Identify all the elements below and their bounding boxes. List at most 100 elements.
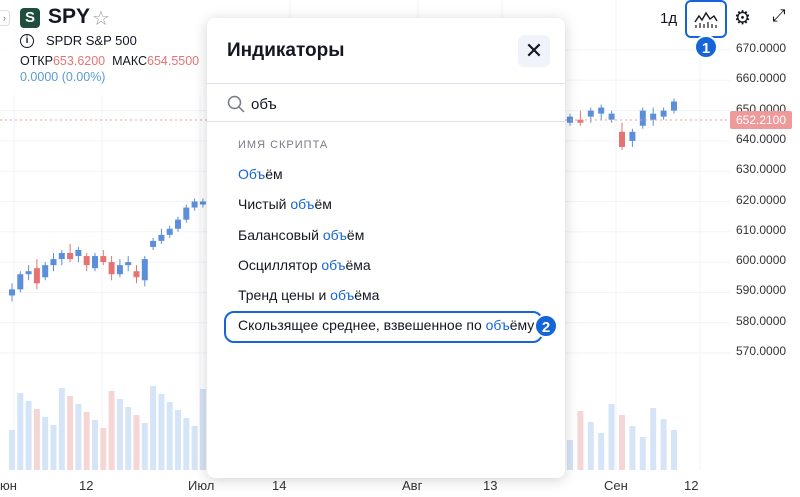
volume-bar [58, 388, 65, 470]
candle-body [25, 271, 32, 275]
search-icon [227, 95, 245, 113]
chart-toolbar: 1д ⚙ ⤢ [648, 0, 800, 38]
info-icon[interactable]: i [20, 34, 34, 48]
volume-bar [650, 408, 657, 470]
indicator-list-item[interactable]: Объём [238, 166, 283, 182]
close-icon[interactable]: ✕ [518, 35, 550, 67]
volume-bar [166, 402, 173, 470]
ohlc-values: ОТКР653.6200 МАКС654.5500 [20, 54, 199, 68]
item-text: Тренд цены и [238, 287, 331, 303]
candle-body [17, 274, 24, 290]
symbol-full-name: SPDR S&P 500 [46, 33, 137, 48]
gear-icon[interactable]: ⚙ [734, 7, 751, 30]
candle-body [75, 249, 82, 257]
price-axis-label: 570.0000 [736, 344, 787, 358]
volume-bar [108, 391, 115, 470]
indicator-list-item[interactable]: Осциллятор объёма [238, 257, 371, 273]
divider [207, 83, 565, 84]
volume-bar [75, 404, 82, 470]
candle-body [587, 110, 594, 117]
current-price-label: 652.2100 [730, 111, 792, 129]
time-axis-label: Июл [188, 478, 215, 493]
item-text: Осциллятор [238, 257, 322, 273]
candle-body [629, 131, 636, 141]
candle-body [639, 110, 646, 126]
symbol-legend: › S SPY ☆ i SPDR S&P 500 ОТКР653.6200 МА… [0, 0, 215, 95]
volume-bar [50, 425, 57, 470]
volume-bar [598, 433, 605, 470]
search-input[interactable] [251, 92, 541, 116]
indicator-list-item[interactable]: Тренд цены и объёма [238, 287, 379, 303]
volume-bar [9, 430, 15, 470]
volume-bar [17, 393, 24, 470]
volume-bar [587, 422, 594, 470]
indicators-icon [694, 11, 718, 28]
indicator-list-item[interactable]: Скользящее среднее, взвешенное по объёму [238, 317, 534, 333]
item-text: ём [314, 196, 332, 212]
favorite-star-icon[interactable]: ☆ [92, 6, 110, 31]
candle-body [83, 256, 90, 266]
price-axis-label: 640.0000 [736, 131, 787, 146]
match-highlight: объ [330, 287, 355, 303]
price-axis-label: 630.0000 [736, 162, 787, 177]
candle-body [183, 207, 190, 220]
volume-bar [158, 394, 165, 470]
candle-body [619, 131, 625, 147]
volume-bar [671, 430, 677, 470]
candle-body [150, 240, 157, 247]
indicator-list-item[interactable]: Чистый объём [238, 196, 332, 212]
time-axis-label: 14 [272, 478, 287, 493]
match-highlight: объ [290, 196, 315, 212]
time-axis-label: 12 [79, 478, 94, 493]
volume-bar [577, 411, 584, 470]
change-value: 0.0000 (0.00%) [20, 70, 106, 84]
ticker-symbol[interactable]: SPY [48, 5, 90, 29]
candle-body [33, 268, 40, 284]
candle-body [650, 113, 657, 120]
volume-bar [567, 440, 573, 470]
candle-body [42, 265, 49, 278]
price-axis-label: 620.0000 [736, 192, 787, 207]
volume-bar [199, 389, 206, 470]
candle-body [125, 262, 132, 266]
item-text: ём [265, 166, 283, 182]
annotation-badge-2: 2 [534, 314, 558, 338]
candle-body [608, 113, 615, 120]
item-text: ём [346, 227, 365, 243]
volume-bar [42, 417, 49, 470]
timeframe-button[interactable]: 1д [660, 10, 677, 27]
time-axis-label: Авг [402, 478, 423, 493]
indicators-button[interactable] [685, 0, 727, 38]
candle-body [116, 265, 123, 275]
section-header: ИМЯ СКРИПТА [238, 139, 329, 151]
candle-body [92, 256, 98, 269]
candle-body [141, 259, 148, 281]
volume-bar [175, 410, 181, 470]
volume-bar [150, 386, 157, 470]
candle-body [660, 110, 667, 117]
candle-body [108, 262, 115, 275]
volume-bar [67, 396, 74, 470]
match-highlight: объ [485, 317, 510, 333]
time-axis-label: юн [0, 478, 17, 493]
indicator-list-item[interactable]: Балансовый объём [238, 227, 364, 243]
time-axis-label: 13 [483, 478, 498, 493]
price-axis-label: 600.0000 [736, 253, 787, 268]
volume-bar [92, 420, 98, 470]
match-highlight: объ [321, 257, 346, 273]
time-axis-label: Сен [604, 478, 628, 493]
volume-bar [183, 418, 190, 470]
time-axis-label: 12 [684, 478, 699, 493]
item-text: ёма [345, 257, 371, 273]
collapse-arrow-icon[interactable]: › [0, 10, 10, 26]
expand-icon[interactable]: ⤢ [772, 6, 786, 26]
candle-body [158, 234, 165, 241]
candle-body [166, 228, 173, 235]
item-text: ёму [509, 317, 535, 333]
candle-body [191, 201, 198, 208]
high-value: 654.5500 [147, 54, 200, 68]
candle-body [58, 253, 65, 260]
price-axis-label: 610.0000 [736, 222, 787, 237]
item-text: ёма [354, 287, 380, 303]
candle-body [598, 107, 605, 114]
